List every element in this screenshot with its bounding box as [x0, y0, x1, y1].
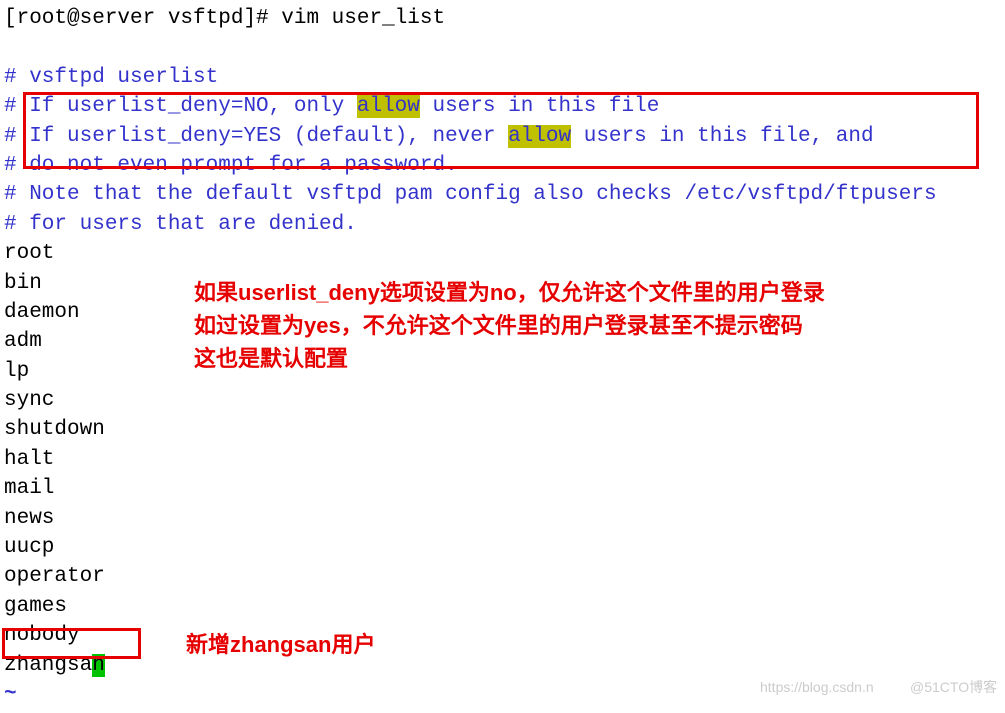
- user-nobody: nobody: [4, 621, 1001, 650]
- user-root: root: [4, 239, 1001, 268]
- annotation-text-bottom: 新增zhangsan用户: [186, 628, 375, 661]
- blank-line: [4, 33, 1001, 62]
- watermark-csdn: https://blog.csdn.n: [760, 678, 874, 698]
- user-operator: operator: [4, 562, 1001, 591]
- comment-line-6: # for users that are denied.: [4, 210, 1001, 239]
- annotation-box-bottom: [2, 628, 141, 659]
- user-uucp: uucp: [4, 533, 1001, 562]
- user-shutdown: shutdown: [4, 415, 1001, 444]
- user-halt: halt: [4, 445, 1001, 474]
- user-games: games: [4, 592, 1001, 621]
- user-zhangsan: zhangsan: [4, 651, 1001, 680]
- user-sync: sync: [4, 386, 1001, 415]
- annotation-box-top: [23, 92, 979, 169]
- prompt-line: [root@server vsftpd]# vim user_list: [4, 4, 1001, 33]
- comment-line-5: # Note that the default vsftpd pam confi…: [4, 180, 1001, 209]
- vim-command: vim user_list: [281, 7, 445, 30]
- watermark-51cto: @51CTO博客: [910, 678, 997, 698]
- user-news: news: [4, 504, 1001, 533]
- user-mail: mail: [4, 474, 1001, 503]
- comment-line-1: # vsftpd userlist: [4, 63, 1001, 92]
- shell-prompt: [root@server vsftpd]#: [4, 7, 281, 30]
- annotation-text-main: 如果userlist_deny选项设置为no，仅允许这个文件里的用户登录 如过设…: [194, 276, 825, 375]
